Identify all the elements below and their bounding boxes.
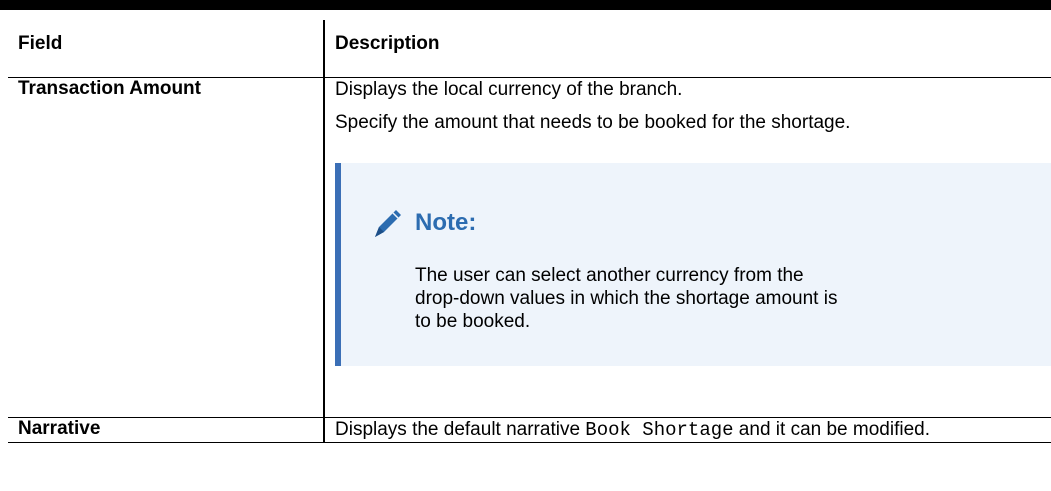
- narrative-code-value: Book Shortage: [585, 419, 734, 441]
- field-name-transaction-amount: Transaction Amount: [8, 77, 325, 418]
- note-text: The user can select another currency fro…: [415, 265, 838, 332]
- field-name-narrative: Narrative: [8, 417, 325, 443]
- description-column-header: Description: [324, 20, 1051, 78]
- table-header-row: Field Description: [8, 20, 1051, 78]
- description-cell: Displays the local currency of the branc…: [324, 77, 1051, 418]
- document-page: Field Description Transaction Amount Dis…: [0, 0, 1051, 491]
- field-description-table: Field Description Transaction Amount Dis…: [8, 20, 1051, 443]
- pencil-icon: [371, 206, 405, 240]
- note-callout: Note: The user can select another curren…: [335, 163, 1051, 366]
- narrative-description: Displays the default narrative Book Shor…: [335, 418, 1039, 442]
- top-rule: [0, 0, 1051, 10]
- table-row: Narrative Displays the default narrative…: [8, 417, 1051, 443]
- note-header: Note:: [371, 163, 1051, 240]
- description-line: Displays the local currency of the branc…: [335, 79, 683, 100]
- description-cell: Displays the default narrative Book Shor…: [324, 417, 1051, 443]
- field-column-header: Field: [8, 20, 325, 78]
- narrative-text-after: and it can be modified.: [733, 419, 930, 440]
- table-row: Transaction Amount Displays the local cu…: [8, 77, 1051, 418]
- note-title: Note:: [415, 209, 477, 236]
- narrative-text-before: Displays the default narrative: [335, 419, 586, 440]
- description-line: Specify the amount that needs to be book…: [335, 112, 851, 133]
